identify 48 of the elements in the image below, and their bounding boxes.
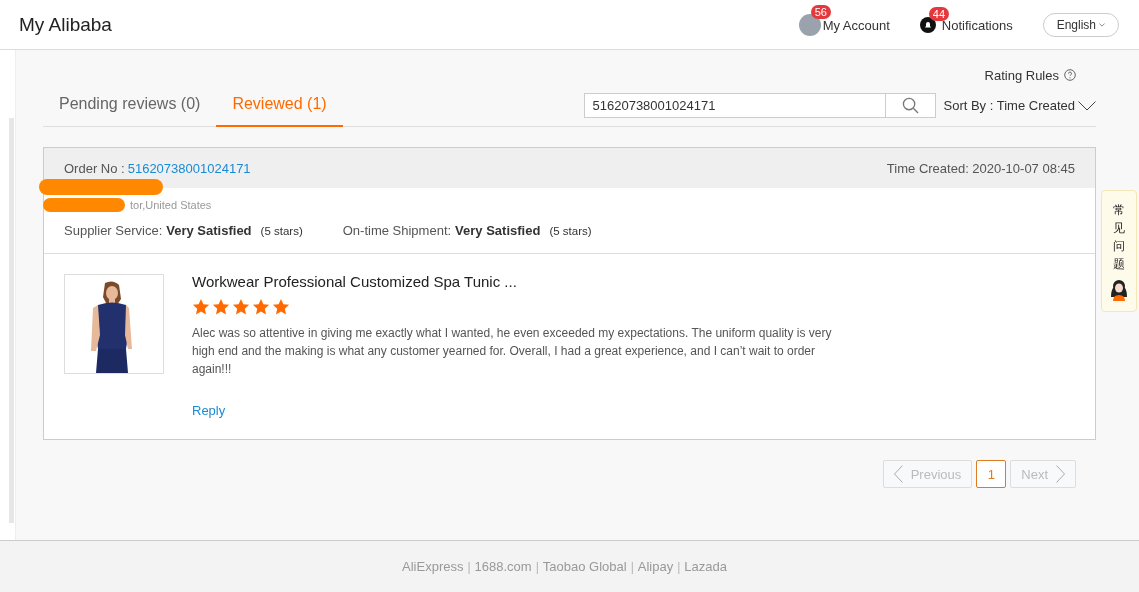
footer-link[interactable]: 1688.com <box>474 559 532 574</box>
footer-link[interactable]: Lazada <box>684 559 727 574</box>
help-icon <box>1064 69 1076 81</box>
star-icon <box>192 298 210 316</box>
count-badge: 56 <box>810 4 831 19</box>
sort-dropdown[interactable]: Sort By : Time Created <box>943 98 1096 113</box>
rating-stars-count: (5 stars) <box>260 224 303 237</box>
language-dropdown[interactable]: English <box>1042 12 1119 37</box>
chevron-right-icon <box>1056 465 1065 483</box>
rating-label: Supplier Service: <box>64 223 163 238</box>
tab[interactable]: Reviewed (1) <box>216 87 343 127</box>
bell-icon[interactable] <box>919 16 936 33</box>
rating-stars-count: (5 stars) <box>549 224 592 237</box>
separator: | <box>535 559 539 574</box>
separator: | <box>467 559 471 574</box>
reply-link[interactable]: Reply <box>192 403 226 418</box>
star-icon <box>252 298 270 316</box>
footer-link[interactable]: Alipay <box>637 559 674 574</box>
product-title: Workwear Professional Customized Spa Tunic ... <box>192 273 518 290</box>
search-button[interactable] <box>885 93 936 118</box>
chevron-left-icon <box>893 465 903 483</box>
tab[interactable]: Pending reviews (0) <box>43 87 217 127</box>
footer-link[interactable]: Taobao Global <box>542 559 627 574</box>
rating-rules-link[interactable]: Rating Rules <box>984 67 1076 83</box>
account-link[interactable]: My Account <box>822 16 890 33</box>
star-icon <box>212 298 230 316</box>
review-text: Alec was so attentive in giving me exactly what I wanted, he even exceeded my expectations. The uniform quality is very high end and the making is what any customer yearned for. Overall, I had a great experience, and I can’t wait to order again!!! <box>192 325 833 378</box>
star-icon <box>272 298 290 316</box>
order-number-link[interactable]: 51620738001024171 <box>127 160 251 176</box>
footer-link[interactable]: AliExpress <box>402 559 464 574</box>
rating-value: Very Satisfied <box>455 223 541 238</box>
help-label: 常见问题 <box>1113 202 1125 273</box>
buyer-location: tor,United States <box>130 199 212 213</box>
order-label: Order No : <box>64 160 125 176</box>
page-button[interactable]: 1 <box>976 460 1007 488</box>
star-icon <box>232 298 250 316</box>
search-field[interactable]: 51620738001024171 <box>583 93 886 118</box>
caret-icon <box>1099 22 1105 27</box>
separator: | <box>630 559 634 574</box>
time-created: Time Created: 2020-10-07 08:45 <box>886 160 1075 176</box>
separator: | <box>677 559 681 574</box>
rating-label: On-time Shipment: <box>342 223 452 238</box>
page-title: My Alibaba <box>19 13 112 36</box>
count-badge: 44 <box>928 7 950 21</box>
search-icon <box>901 97 919 114</box>
rating-value: Very Satisfied <box>166 223 252 238</box>
help-tab[interactable]: 常见问题 <box>1101 190 1137 312</box>
chevron-down-icon <box>1078 100 1096 111</box>
